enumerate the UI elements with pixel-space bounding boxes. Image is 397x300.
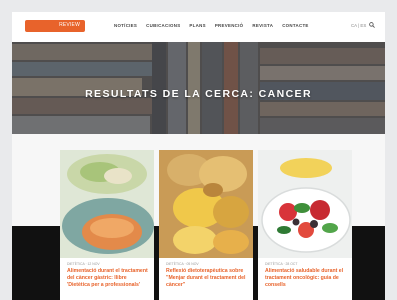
hero-banner: RESULTATS DE LA CERCA: CANCER — [12, 42, 385, 134]
nav-item-cubicacions[interactable]: CUBICACIONS — [146, 23, 180, 28]
page: REVIEW NOTÍCIES CUBICACIONS PLANS PREVEN… — [12, 12, 385, 300]
card-title[interactable]: Alimentació durant el tractament del càn… — [67, 268, 149, 289]
search-icon[interactable] — [369, 22, 375, 28]
card-title[interactable]: Reflexió dietoterapèutica sobre "Menjar … — [166, 268, 248, 289]
nav-item-revista[interactable]: REVISTA — [252, 23, 273, 28]
logo-text: REVIEW — [59, 22, 80, 28]
nav-item-noticies[interactable]: NOTÍCIES — [114, 23, 137, 28]
fresh-salad-image — [258, 150, 352, 258]
search-results: DIETÈTICA · 12 NOV Alimentació durant el… — [12, 134, 385, 300]
site-header: REVIEW NOTÍCIES CUBICACIONS PLANS PREVEN… — [12, 12, 385, 42]
result-card[interactable]: DIETÈTICA · 05 NOV Reflexió dietoterapèu… — [159, 150, 253, 300]
language-switcher[interactable]: CA | ES — [351, 23, 366, 28]
card-meta: DIETÈTICA · 12 NOV — [67, 262, 100, 266]
nav-item-prevencio[interactable]: PREVENCIÓ — [215, 23, 244, 28]
nav-item-contacte[interactable]: CONTACTE — [282, 23, 308, 28]
main-nav: NOTÍCIES CUBICACIONS PLANS PREVENCIÓ REV… — [114, 23, 309, 28]
nav-item-plans[interactable]: PLANS — [189, 23, 205, 28]
site-logo[interactable]: REVIEW — [25, 20, 85, 32]
card-meta: DIETÈTICA · 28 OCT — [265, 262, 298, 266]
page-title: RESULTATS DE LA CERCA: CANCER — [85, 88, 312, 100]
roasted-potatoes-image — [159, 150, 253, 258]
salad-and-puree-image — [60, 150, 154, 258]
card-title[interactable]: Alimentació saludable durant el tractame… — [265, 268, 347, 289]
result-card[interactable]: DIETÈTICA · 28 OCT Alimentació saludable… — [258, 150, 352, 300]
card-meta: DIETÈTICA · 05 NOV — [166, 262, 199, 266]
result-card[interactable]: DIETÈTICA · 12 NOV Alimentació durant el… — [60, 150, 154, 300]
